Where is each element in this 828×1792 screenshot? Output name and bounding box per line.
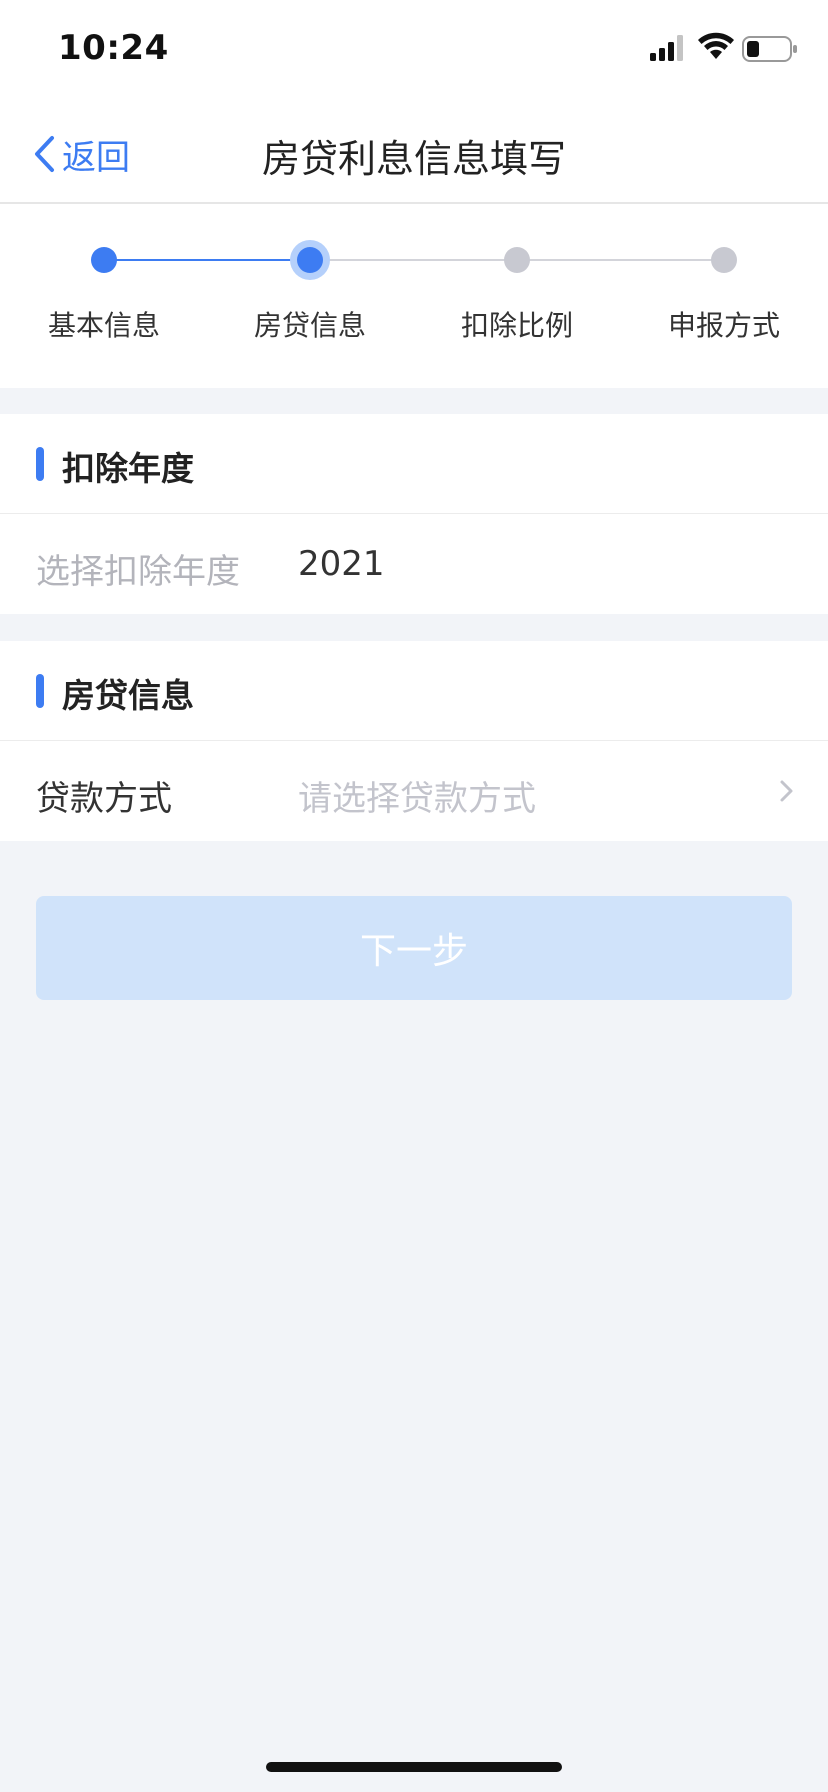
section-accent-bar (36, 447, 44, 481)
step-label-basic-info: 基本信息 (47, 309, 160, 342)
wifi-icon (698, 32, 734, 59)
battery-icon (742, 36, 797, 62)
step-connector (517, 259, 724, 261)
section-title: 扣除年度 (62, 449, 194, 488)
loan-method-select[interactable]: 贷款方式 请选择贷款方式 (0, 741, 828, 841)
section-title: 房贷信息 (62, 676, 194, 715)
step-dot-deduction-ratio (504, 247, 530, 273)
step-label-filing-method: 申报方式 (667, 309, 780, 342)
loan-info-section: 房贷信息 贷款方式 请选择贷款方式 (0, 641, 828, 841)
navigation-bar: 返回 房贷利息信息填写 (0, 100, 828, 204)
status-time: 10:24 (58, 28, 169, 68)
step-connector (310, 259, 517, 261)
loan-method-label: 贷款方式 (36, 779, 172, 819)
step-connector (104, 259, 310, 261)
chevron-right-icon (780, 780, 793, 802)
step-label-loan-info: 房贷信息 (253, 309, 366, 342)
step-dot-basic-info (91, 247, 117, 273)
step-label-deduction-ratio: 扣除比例 (460, 309, 573, 342)
progress-stepper: 基本信息 房贷信息 扣除比例 申报方式 (0, 204, 828, 388)
section-header: 房贷信息 (0, 641, 828, 741)
deduction-year-value: 2021 (298, 544, 385, 584)
loan-method-placeholder: 请选择贷款方式 (298, 779, 536, 819)
next-step-button[interactable]: 下一步 (36, 896, 792, 1000)
page-title: 房贷利息信息填写 (261, 137, 566, 181)
section-accent-bar (36, 674, 44, 708)
step-dot-filing-method (711, 247, 737, 273)
deduction-year-label: 选择扣除年度 (36, 552, 240, 592)
section-header: 扣除年度 (0, 414, 828, 514)
step-dot-loan-info (297, 247, 323, 273)
cellular-signal-icon (650, 35, 683, 61)
deduction-year-row[interactable]: 选择扣除年度 2021 (0, 514, 828, 614)
home-indicator[interactable] (266, 1762, 562, 1772)
status-bar: 10:24 (0, 0, 828, 100)
deduction-year-section: 扣除年度 选择扣除年度 2021 (0, 414, 828, 614)
